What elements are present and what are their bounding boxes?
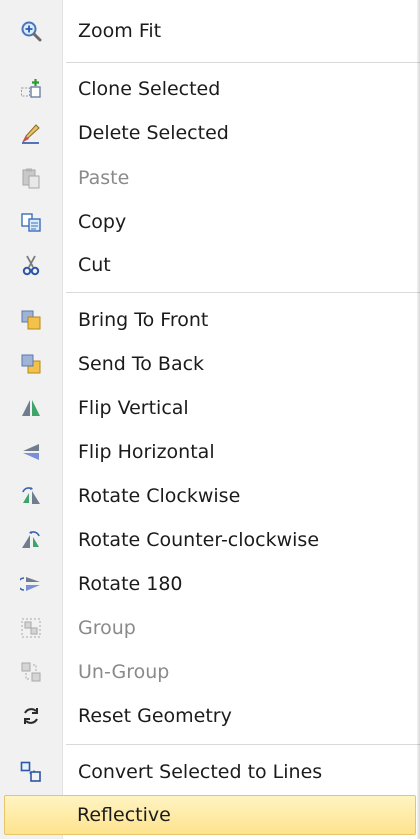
menu-item-label: Paste [78, 166, 130, 189]
menu-item-rotate-counterclockwise[interactable]: Rotate Counter-clockwise [0, 518, 420, 562]
flip-horizontal-icon [0, 430, 62, 474]
menu-item-label: Cut [78, 253, 111, 276]
menu-item-label: Convert Selected to Lines [78, 761, 323, 783]
menu-item-bring-to-front[interactable]: Bring To Front [0, 298, 420, 342]
group-icon [0, 606, 62, 650]
eraser-icon [0, 111, 62, 155]
clone-icon [0, 66, 62, 111]
menu-item-label: Zoom Fit [78, 20, 162, 42]
menu-item-label: Delete Selected [78, 122, 229, 144]
menu-item-flip-horizontal[interactable]: Flip Horizontal [0, 430, 420, 474]
copy-icon [0, 200, 62, 243]
rotate-180-icon [0, 562, 62, 606]
menu-item-group[interactable]: Group [0, 606, 420, 650]
rotate-counterclockwise-icon [0, 518, 62, 562]
menu-item-label: Send To Back [78, 353, 205, 375]
menu-item-delete-selected[interactable]: Delete Selected [0, 111, 420, 155]
menu-item-label: Bring To Front [78, 309, 209, 331]
menu-separator [66, 744, 420, 745]
context-menu: Zoom Fit Clone Selected Delete Selected … [0, 0, 420, 839]
menu-separator [66, 292, 420, 293]
menu-item-rotate-180[interactable]: Rotate 180 [0, 562, 420, 606]
convert-to-lines-icon [0, 750, 62, 794]
paste-icon [0, 155, 62, 200]
reset-geometry-icon [0, 694, 62, 738]
menu-item-label: Reset Geometry [78, 705, 232, 727]
menu-item-clone-selected[interactable]: Clone Selected [0, 66, 420, 111]
menu-item-label: Un-Group [78, 661, 170, 683]
scissors-icon [0, 243, 62, 286]
menu-item-label: Rotate 180 [78, 573, 183, 595]
send-to-back-icon [0, 342, 62, 386]
menu-item-cut[interactable]: Cut [0, 243, 420, 286]
menu-item-label: Rotate Counter-clockwise [78, 529, 320, 551]
menu-item-paste[interactable]: Paste [0, 155, 420, 200]
menu-item-label: Rotate Clockwise [78, 485, 241, 507]
zoom-fit-icon [0, 8, 62, 54]
menu-item-rotate-clockwise[interactable]: Rotate Clockwise [0, 474, 420, 518]
menu-item-label: Copy [78, 210, 127, 233]
menu-item-label: Reflective [77, 804, 171, 826]
bring-to-front-icon [0, 298, 62, 342]
menu-item-label: Clone Selected [78, 77, 221, 100]
ungroup-icon [0, 650, 62, 694]
menu-item-reset-geometry[interactable]: Reset Geometry [0, 694, 420, 738]
flip-vertical-icon [0, 386, 62, 430]
menu-item-ungroup[interactable]: Un-Group [0, 650, 420, 694]
menu-item-send-to-back[interactable]: Send To Back [0, 342, 420, 386]
menu-item-reflective[interactable]: Reflective [4, 795, 416, 835]
menu-item-label: Group [78, 617, 136, 639]
menu-item-convert-to-lines[interactable]: Convert Selected to Lines [0, 750, 420, 794]
menu-item-label: Flip Vertical [78, 397, 189, 419]
menu-item-zoom-fit[interactable]: Zoom Fit [0, 8, 420, 54]
rotate-clockwise-icon [0, 474, 62, 518]
menu-separator [66, 62, 420, 63]
menu-item-flip-vertical[interactable]: Flip Vertical [0, 386, 420, 430]
menu-item-label: Flip Horizontal [78, 441, 215, 463]
menu-item-copy[interactable]: Copy [0, 200, 420, 243]
